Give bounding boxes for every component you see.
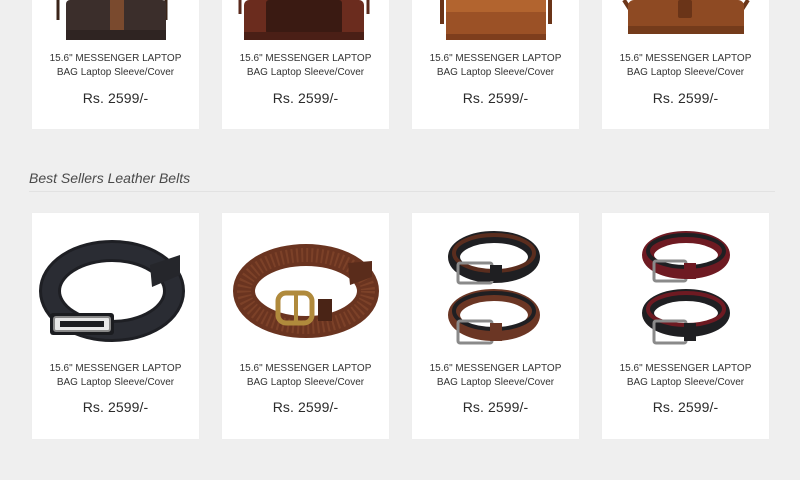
- black-brown-belt-pair-image[interactable]: [412, 229, 579, 357]
- tan-satchel-bag-image[interactable]: [602, 0, 769, 45]
- product-title-line-2: BAG Laptop Sleeve/Cover: [56, 67, 175, 78]
- product-title-line-1: 15.6" MESSENGER LAPTOP: [239, 53, 372, 64]
- product-card[interactable]: 15.6" MESSENGER LAPTOP BAG Laptop Sleeve…: [32, 213, 199, 439]
- product-price: Rs. 2599/-: [462, 399, 529, 415]
- brown-textured-belt-image[interactable]: [222, 233, 389, 353]
- product-card[interactable]: 15.6" MESSENGER LAPTOP BAG Laptop Sleeve…: [32, 0, 199, 129]
- product-price: Rs. 2599/-: [272, 90, 339, 106]
- product-card[interactable]: 15.6" MESSENGER LAPTOP BAG Laptop Sleeve…: [412, 213, 579, 439]
- product-title[interactable]: 15.6" MESSENGER LAPTOP BAG Laptop Sleeve…: [230, 362, 381, 390]
- product-title[interactable]: 15.6" MESSENGER LAPTOP BAG Laptop Sleeve…: [420, 362, 571, 390]
- section-title: Best Sellers Leather Belts: [29, 170, 191, 186]
- product-title[interactable]: 15.6" MESSENGER LAPTOP BAG Laptop Sleeve…: [40, 362, 191, 390]
- product-title[interactable]: 15.6" MESSENGER LAPTOP BAG Laptop Sleeve…: [230, 52, 381, 80]
- product-title[interactable]: 15.6" MESSENGER LAPTOP BAG Laptop Sleeve…: [420, 52, 571, 80]
- product-title[interactable]: 15.6" MESSENGER LAPTOP BAG Laptop Sleeve…: [40, 52, 191, 80]
- product-title-line-1: 15.6" MESSENGER LAPTOP: [429, 53, 562, 64]
- brown-messenger-bag-image[interactable]: [32, 0, 199, 45]
- dark-brown-messenger-bag-image[interactable]: [222, 0, 389, 45]
- product-title-line-1: 15.6" MESSENGER LAPTOP: [49, 363, 182, 374]
- product-card[interactable]: 15.6" MESSENGER LAPTOP BAG Laptop Sleeve…: [222, 213, 389, 439]
- product-card[interactable]: 15.6" MESSENGER LAPTOP BAG Laptop Sleeve…: [602, 0, 769, 129]
- maroon-black-belt-pair-image[interactable]: [602, 229, 769, 357]
- product-price: Rs. 2599/-: [462, 90, 529, 106]
- product-card[interactable]: 15.6" MESSENGER LAPTOP BAG Laptop Sleeve…: [602, 213, 769, 439]
- product-title-line-2: BAG Laptop Sleeve/Cover: [436, 377, 555, 388]
- product-card[interactable]: 15.6" MESSENGER LAPTOP BAG Laptop Sleeve…: [222, 0, 389, 129]
- product-card[interactable]: 15.6" MESSENGER LAPTOP BAG Laptop Sleeve…: [412, 0, 579, 129]
- product-title-line-1: 15.6" MESSENGER LAPTOP: [619, 363, 752, 374]
- tan-messenger-bag-image[interactable]: [412, 0, 579, 45]
- product-price: Rs. 2599/-: [82, 90, 149, 106]
- product-title-line-1: 15.6" MESSENGER LAPTOP: [619, 53, 752, 64]
- product-title-line-1: 15.6" MESSENGER LAPTOP: [49, 53, 182, 64]
- black-belt-image[interactable]: [32, 233, 199, 353]
- product-title-line-1: 15.6" MESSENGER LAPTOP: [239, 363, 372, 374]
- product-title-line-2: BAG Laptop Sleeve/Cover: [56, 377, 175, 388]
- product-title-line-2: BAG Laptop Sleeve/Cover: [626, 67, 745, 78]
- product-title[interactable]: 15.6" MESSENGER LAPTOP BAG Laptop Sleeve…: [610, 362, 761, 390]
- section-divider: [29, 191, 775, 192]
- product-price: Rs. 2599/-: [272, 399, 339, 415]
- product-title-line-2: BAG Laptop Sleeve/Cover: [246, 67, 365, 78]
- product-price: Rs. 2599/-: [652, 399, 719, 415]
- product-title-line-2: BAG Laptop Sleeve/Cover: [436, 67, 555, 78]
- product-price: Rs. 2599/-: [652, 90, 719, 106]
- product-title[interactable]: 15.6" MESSENGER LAPTOP BAG Laptop Sleeve…: [610, 52, 761, 80]
- product-title-line-2: BAG Laptop Sleeve/Cover: [246, 377, 365, 388]
- product-title-line-1: 15.6" MESSENGER LAPTOP: [429, 363, 562, 374]
- product-price: Rs. 2599/-: [82, 399, 149, 415]
- product-title-line-2: BAG Laptop Sleeve/Cover: [626, 377, 745, 388]
